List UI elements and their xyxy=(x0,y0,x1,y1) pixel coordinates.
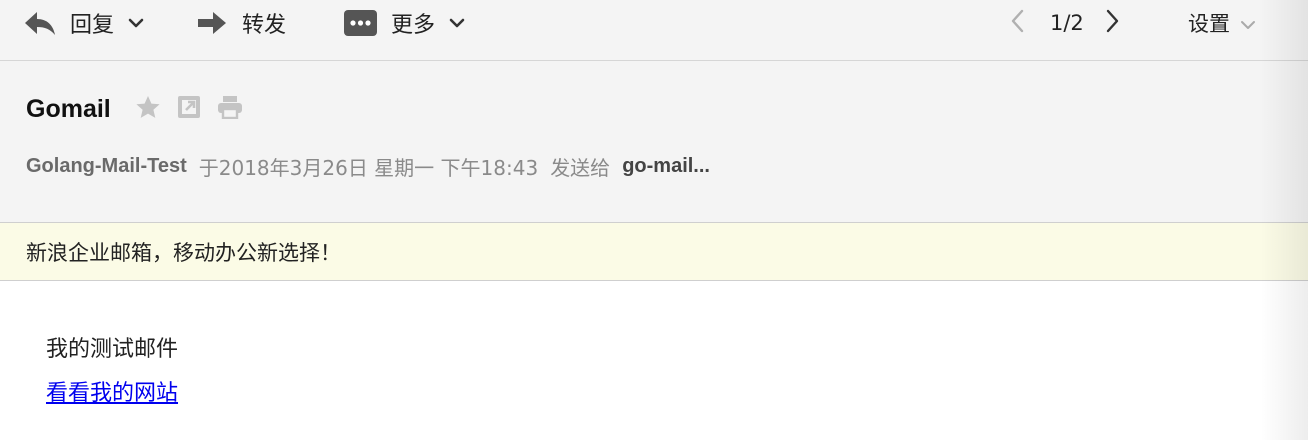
message-header: Gomail Golang-Mail-Test 于2018年3月26日 星期一 … xyxy=(0,61,1308,223)
chevron-right-icon[interactable] xyxy=(1106,9,1120,37)
sender-name[interactable]: Golang-Mail-Test xyxy=(26,155,187,178)
sent-date: 于2018年3月26日 星期一 下午18:43 xyxy=(198,155,539,180)
chevron-down-icon xyxy=(1240,11,1256,35)
subject-row: Gomail xyxy=(26,91,243,127)
forward-label: 转发 xyxy=(242,13,287,38)
promo-banner-text: 新浪企业邮箱，移动办公新选择！ xyxy=(26,240,341,265)
more-dots-icon xyxy=(344,10,377,36)
more-button[interactable]: 更多 xyxy=(344,0,465,46)
website-link[interactable]: 看看我的网站 xyxy=(46,375,178,407)
message-meta: Golang-Mail-Test 于2018年3月26日 星期一 下午18:43… xyxy=(26,151,710,181)
message-subject: Gomail xyxy=(26,94,111,123)
mail-reader: 回复 转发 更多 1/2 设置 Gomail Golang-Mail-Test … xyxy=(0,0,1308,440)
pagination: 1/2 xyxy=(1010,0,1120,46)
chevron-down-icon[interactable] xyxy=(449,18,465,28)
chevron-left-icon[interactable] xyxy=(1010,9,1024,37)
chevron-down-icon[interactable] xyxy=(128,18,144,28)
star-icon[interactable] xyxy=(135,95,161,124)
reply-label: 回复 xyxy=(70,13,115,38)
sent-to-label: 发送给 xyxy=(550,155,611,180)
recipient-name[interactable]: go-mail... xyxy=(622,155,710,178)
settings-label: 设置 xyxy=(1188,12,1230,36)
print-icon[interactable] xyxy=(217,95,243,123)
forward-button[interactable]: 转发 xyxy=(196,0,286,46)
settings-button[interactable]: 设置 xyxy=(1188,0,1256,46)
message-body: 我的测试邮件 看看我的网站 xyxy=(0,281,1308,440)
page-indicator: 1/2 xyxy=(1050,11,1084,35)
reply-button[interactable]: 回复 xyxy=(24,0,144,46)
body-text: 我的测试邮件 xyxy=(46,337,179,362)
more-label: 更多 xyxy=(391,13,436,38)
reply-arrow-icon xyxy=(24,10,56,36)
promo-banner: 新浪企业邮箱，移动办公新选择！ xyxy=(0,223,1308,281)
popout-icon[interactable] xyxy=(177,95,201,123)
mail-toolbar: 回复 转发 更多 1/2 设置 xyxy=(0,0,1308,61)
forward-arrow-icon xyxy=(196,10,228,36)
